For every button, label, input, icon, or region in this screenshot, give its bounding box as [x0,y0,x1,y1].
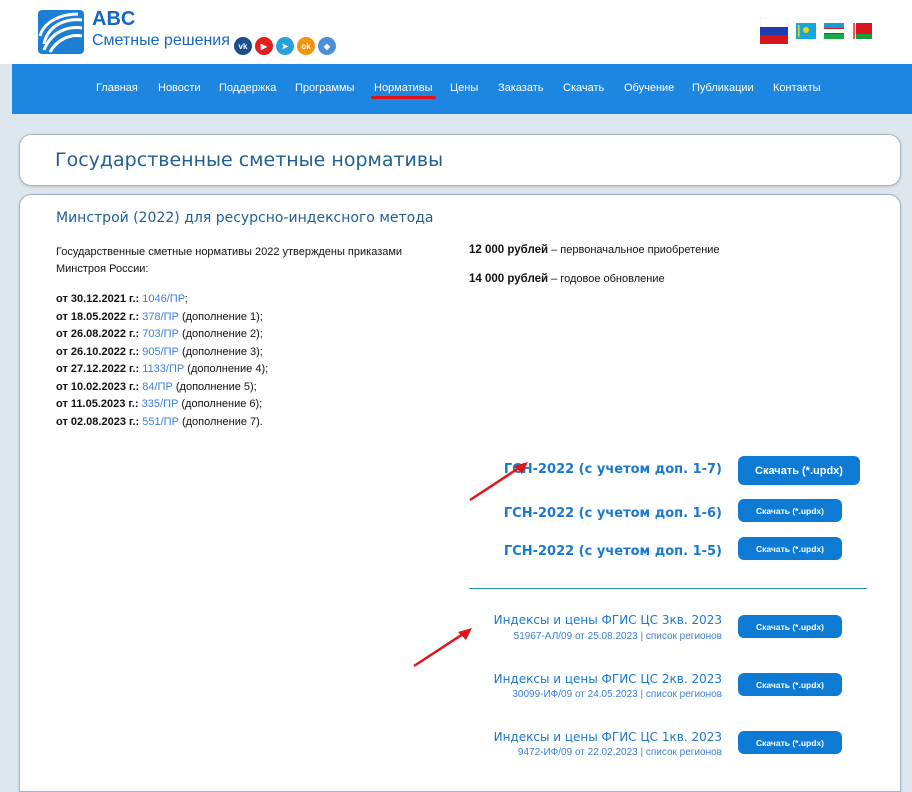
nav-contacts[interactable]: Контакты [773,82,821,94]
nav-training[interactable]: Обучение [624,82,674,94]
index-subtitle[interactable]: 9472-ИФ/09 от 22.02.2023 | список регион… [518,747,722,758]
price-amount: 14 000 рублей [469,273,549,285]
price-purchase: 12 000 рублей – первоначальное приобрете… [469,244,720,256]
nav-prices[interactable]: Цены [450,82,478,94]
social-links: vk ▶ ➤ ok ◆ [234,37,336,55]
annotation-arrow-icon [413,628,472,668]
section-divider [469,588,867,589]
order-date: от 10.02.2023 г.: [56,380,140,393]
order-link[interactable]: 1046/ПР [142,293,185,305]
order-note: (дополнение 7). [178,415,263,428]
ok-icon[interactable]: ok [297,37,315,55]
price-desc: – первоначальное приобретение [548,244,720,256]
nav-support[interactable]: Поддержка [219,82,276,94]
order-row: от 26.10.2022 г.: 905/ПР (дополнение 3); [56,344,268,362]
order-link[interactable]: 703/ПР [142,328,179,340]
download-index-q2-button[interactable]: Скачать (*.updx) [738,673,842,696]
vk-icon[interactable]: vk [234,37,252,55]
flag-belarus-icon[interactable] [852,23,872,39]
price-amount: 12 000 рублей [469,244,549,256]
intro-text: Государственные сметные нормативы 2022 у… [56,246,403,275]
order-note: (дополнение 2); [178,328,263,340]
youtube-icon[interactable]: ▶ [255,37,273,55]
order-link[interactable]: 84/ПР [142,381,173,393]
download-gsn-1-6-button[interactable]: Скачать (*.updx) [738,499,842,522]
language-flags [760,18,872,44]
order-row: от 27.12.2022 г.: 1133/ПР (дополнение 4)… [56,361,268,379]
order-note: (дополнение 3); [178,345,263,358]
gsn-download-label[interactable]: ГСН-2022 (с учетом доп. 1-7) [504,462,722,477]
order-link[interactable]: 905/ПР [142,346,179,358]
download-index-q1-button[interactable]: Скачать (*.updx) [738,731,842,754]
section-title: Минстрой (2022) для ресурсно-индексного … [56,210,434,226]
brand-tagline[interactable]: Сметные решения [92,32,230,50]
flag-kazakhstan-icon[interactable] [796,23,816,39]
order-note: (дополнение 5); [172,380,257,393]
download-gsn-1-7-button[interactable]: Скачать (*.updx) [738,456,860,485]
download-gsn-1-5-button[interactable]: Скачать (*.updx) [738,537,842,560]
site-header: ABC Сметные решения vk ▶ ➤ ok ◆ [0,0,912,64]
nav-order[interactable]: Заказать [498,82,544,94]
order-date: от 27.12.2022 г.: [56,363,140,375]
order-row: от 02.08.2023 г.: 551/ПР (дополнение 7). [56,414,268,432]
nav-norms[interactable]: Нормативы [371,82,436,99]
order-date: от 18.05.2022 г.: [56,310,140,323]
telegram-icon[interactable]: ➤ [276,37,294,55]
gsn-download-label[interactable]: ГСН-2022 (с учетом доп. 1-5) [504,544,722,559]
order-row: от 11.05.2023 г.: 335/ПР (дополнение 6); [56,396,268,414]
title-panel: Государственные сметные нормативы [19,134,901,186]
abc-logo-icon[interactable] [38,10,84,54]
order-link[interactable]: 1133/ПР [142,363,184,375]
brand-name[interactable]: ABC [92,8,135,31]
order-note: ; [184,293,188,305]
nav-programs[interactable]: Программы [295,82,354,94]
nav-home[interactable]: Главная [96,82,138,94]
order-row: от 30.12.2021 г.: 1046/ПР; [56,291,268,309]
order-date: от 26.10.2022 г.: [56,345,140,358]
download-index-q3-button[interactable]: Скачать (*.updx) [738,615,842,638]
order-note: (дополнение 6); [178,398,263,410]
orders-list: от 30.12.2021 г.: 1046/ПР; от 18.05.2022… [56,291,268,431]
order-link[interactable]: 551/ПР [142,416,179,428]
order-note: (дополнение 1); [178,310,263,323]
shield-icon[interactable]: ◆ [318,37,336,55]
nav-download[interactable]: Скачать [563,82,604,94]
order-row: от 26.08.2022 г.: 703/ПР (дополнение 2); [56,326,268,344]
nav-news[interactable]: Новости [158,82,201,94]
order-row: от 18.05.2022 г.: 378/ПР (дополнение 1); [56,309,268,327]
order-note: (дополнение 4); [184,363,269,375]
order-date: от 02.08.2023 г.: [56,415,140,428]
order-link[interactable]: 335/ПР [142,398,179,410]
nav-publications[interactable]: Публикации [692,82,754,94]
price-desc: – годовое обновление [548,273,665,285]
main-nav: Главная Новости Поддержка Программы Норм… [12,64,912,114]
index-title[interactable]: Индексы и цены ФГИС ЦС 1кв. 2023 [494,730,722,744]
gsn-download-label[interactable]: ГСН-2022 (с учетом доп. 1-6) [504,506,722,521]
index-title[interactable]: Индексы и цены ФГИС ЦС 3кв. 2023 [494,613,722,627]
page-title: Государственные сметные нормативы [55,149,444,171]
index-title[interactable]: Индексы и цены ФГИС ЦС 2кв. 2023 [494,672,722,686]
price-update: 14 000 рублей – годовое обновление [469,273,665,285]
annotation-arrow-icon [469,462,528,502]
index-subtitle[interactable]: 30099-ИФ/09 от 24.05.2023 | список регио… [512,689,722,700]
index-subtitle[interactable]: 51967-АЛ/09 от 25.08.2023 | список регио… [514,631,722,642]
flag-russia-icon[interactable] [760,18,788,44]
order-date: от 11.05.2023 г.: [56,398,139,410]
flag-uzbekistan-icon[interactable] [824,23,844,39]
order-link[interactable]: 378/ПР [142,311,179,323]
order-row: от 10.02.2023 г.: 84/ПР (дополнение 5); [56,379,268,397]
order-date: от 26.08.2022 г.: [56,328,140,340]
order-date: от 30.12.2021 г.: [56,293,140,305]
norms-panel: Минстрой (2022) для ресурсно-индексного … [19,194,901,792]
